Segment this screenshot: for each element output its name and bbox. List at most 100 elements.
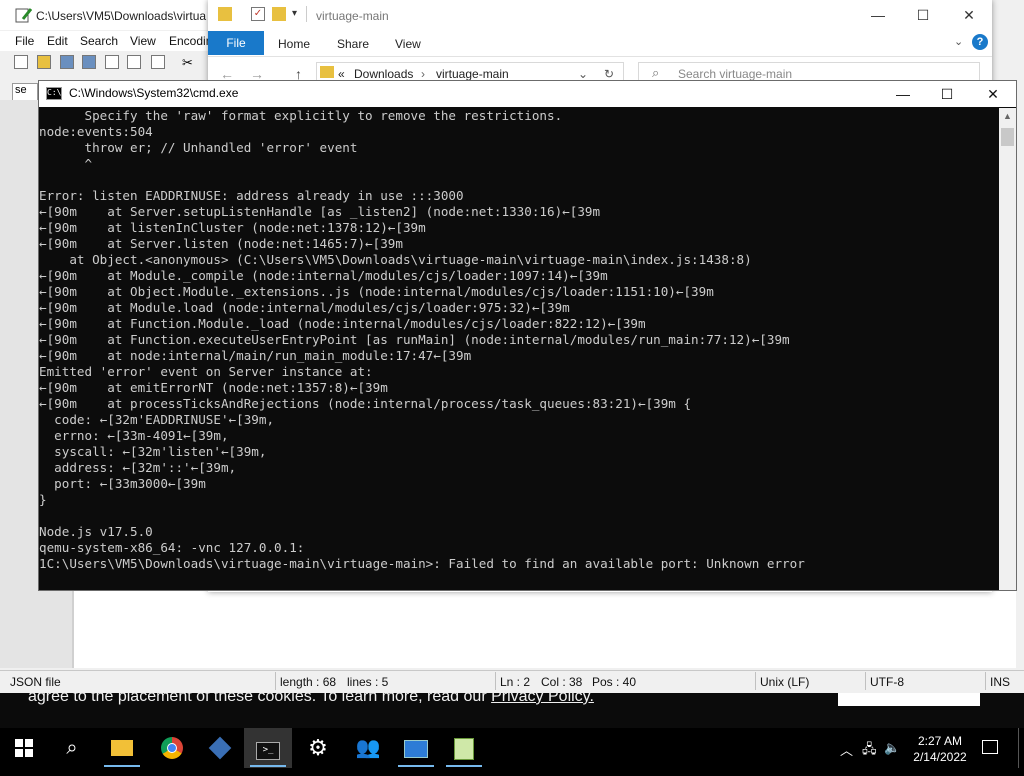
breadcrumb-virtuage-main[interactable]: virtuage-main xyxy=(436,67,509,81)
cmd-maximize-button[interactable]: ☐ xyxy=(924,81,970,107)
running-indicator xyxy=(446,765,482,767)
status-encoding: UTF-8 xyxy=(870,675,904,689)
console-line: ←[90m at Function.Module._load (node:int… xyxy=(39,316,646,331)
new-file-icon[interactable] xyxy=(14,55,28,69)
status-file-type: JSON file xyxy=(10,675,61,689)
running-indicator xyxy=(398,765,434,767)
explorer-minimize-button[interactable]: — xyxy=(855,0,901,30)
explorer-title: virtuage-main xyxy=(316,9,389,23)
clock-time: 2:27 AM xyxy=(917,734,963,748)
console-line: Node.js v17.5.0 xyxy=(39,524,153,539)
console-line: ^ xyxy=(39,156,93,171)
console-line: Error: listen EADDRINUSE: address alread… xyxy=(39,188,464,203)
clock[interactable]: 2:27 AM 2/14/2022 xyxy=(900,733,980,765)
start-button[interactable] xyxy=(0,728,48,768)
breadcrumb-downloads[interactable]: Downloads xyxy=(354,67,413,81)
file-explorer-icon[interactable] xyxy=(98,728,146,768)
address-dropdown-icon[interactable]: ⌄ xyxy=(578,67,588,81)
explorer-close-button[interactable]: ✕ xyxy=(946,0,992,30)
show-desktop-button[interactable] xyxy=(1018,728,1019,768)
notification-center-icon[interactable] xyxy=(982,740,998,754)
menu-edit[interactable]: Edit xyxy=(47,34,68,48)
cut-icon[interactable]: ✂ xyxy=(182,55,196,70)
clock-date: 2/14/2022 xyxy=(913,750,967,764)
console-line: node:events:504 xyxy=(39,124,153,139)
console-line: ←[90m at emitErrorNT (node:net:1357:8)←[… xyxy=(39,380,388,395)
cmd-minimize-button[interactable]: — xyxy=(880,81,926,107)
refresh-icon[interactable]: ↻ xyxy=(604,67,614,81)
tray-chevron-icon[interactable]: ︿ xyxy=(840,740,853,759)
ribbon-tab-home[interactable]: Home xyxy=(278,37,310,51)
console-line: code: ←[32m'EADDRINUSE'←[39m, xyxy=(39,412,275,427)
save-icon[interactable] xyxy=(60,55,74,69)
people-icon[interactable]: 👥 xyxy=(344,728,392,768)
scrollbar-thumb[interactable] xyxy=(1001,128,1014,146)
new-folder-icon[interactable] xyxy=(272,7,286,21)
cmd-console[interactable]: Specify the 'raw' format explicitly to r… xyxy=(39,108,999,590)
print-icon[interactable] xyxy=(151,55,165,69)
notepad-title: C:\Users\VM5\Downloads\virtua xyxy=(36,9,207,23)
menu-search[interactable]: Search xyxy=(80,34,118,48)
console-line: ←[90m at Function.executeUserEntryPoint … xyxy=(39,332,790,347)
ribbon-tab-file[interactable]: File xyxy=(208,31,264,55)
chrome-icon[interactable] xyxy=(148,728,196,768)
cmd-close-button[interactable]: ✕ xyxy=(970,81,1016,107)
status-separator xyxy=(865,672,866,690)
status-pos: Pos : 40 xyxy=(592,675,637,689)
console-line: Emitted 'error' event on Server instance… xyxy=(39,364,373,379)
menu-encoding[interactable]: Encodin xyxy=(169,34,212,48)
tray-network-icon[interactable]: 🖧 xyxy=(862,740,877,762)
cmd-scrollbar[interactable] xyxy=(999,108,1016,590)
menu-view[interactable]: View xyxy=(130,34,156,48)
close-file-icon[interactable] xyxy=(105,55,119,69)
explorer-search-input[interactable]: Search virtuage-main xyxy=(678,67,792,81)
console-line: ←[90m at Server.listen (node:net:1465:7)… xyxy=(39,236,403,251)
console-line: qemu-system-x86_64: -vnc 127.0.0.1: xyxy=(39,540,305,555)
save-all-icon[interactable] xyxy=(82,55,96,69)
title-separator xyxy=(306,6,307,22)
breadcrumb-chevron-icon: › xyxy=(421,67,425,81)
console-line: ←[90m at Module.load (node:internal/modu… xyxy=(39,300,570,315)
scroll-up-arrow-icon[interactable]: ▲ xyxy=(999,108,1016,125)
console-line: ←[90m at Server.setupListenHandle [as _l… xyxy=(39,204,601,219)
status-separator xyxy=(755,672,756,690)
network-icon[interactable] xyxy=(392,728,440,768)
cmd-taskbar-button[interactable]: >_ xyxy=(244,728,292,768)
quick-access-dropdown-icon[interactable]: ▾ xyxy=(292,8,297,19)
console-line: address: ←[32m'::'←[39m, xyxy=(39,460,237,475)
status-col: Col : 38 xyxy=(541,675,583,689)
help-icon[interactable]: ? xyxy=(972,34,988,50)
ribbon-expand-icon[interactable]: ⌄ xyxy=(954,35,963,48)
magnifier-icon: ⌕ xyxy=(652,65,660,80)
ribbon-tab-view[interactable]: View xyxy=(395,37,421,51)
running-indicator xyxy=(104,765,140,767)
console-line: throw er; // Unhandled 'error' event xyxy=(39,140,358,155)
notepad-plus-plus-icon[interactable] xyxy=(440,728,488,768)
console-line: ←[90m at Module._compile (node:internal/… xyxy=(39,268,608,283)
open-file-icon[interactable] xyxy=(37,55,51,69)
console-line: at Object.<anonymous> (C:\Users\VM5\Down… xyxy=(39,252,752,267)
cmd-app-icon: C:\ xyxy=(46,87,62,100)
volume-icon[interactable]: 🔈 xyxy=(884,740,900,756)
status-separator xyxy=(495,672,496,690)
search-icon[interactable]: ⌕ xyxy=(48,728,96,768)
close-all-icon[interactable] xyxy=(127,55,141,69)
settings-icon[interactable]: ⚙ xyxy=(294,728,342,768)
console-output: Specify the 'raw' format explicitly to r… xyxy=(39,108,999,572)
notepad-app-icon xyxy=(15,8,32,23)
console-line: errno: ←[33m-4091←[39m, xyxy=(39,428,229,443)
status-length: length : 68 xyxy=(280,675,337,689)
explorer-maximize-button[interactable]: ☐ xyxy=(900,0,946,30)
breadcrumb-separator: « xyxy=(338,67,345,81)
cmd-title: C:\Windows\System32\cmd.exe xyxy=(69,86,239,100)
console-line: ←[90m at processTicksAndRejections (node… xyxy=(39,396,692,411)
notepad-right-edge xyxy=(1016,30,1024,670)
menu-file[interactable]: File xyxy=(15,34,34,48)
console-line: ←[90m at node:internal/main/run_main_mod… xyxy=(39,348,472,363)
virtualbox-icon[interactable] xyxy=(196,728,244,768)
notepad-tab[interactable]: se xyxy=(12,83,38,101)
properties-icon[interactable]: ✓ xyxy=(251,7,265,21)
ribbon-tab-share[interactable]: Share xyxy=(337,37,369,51)
